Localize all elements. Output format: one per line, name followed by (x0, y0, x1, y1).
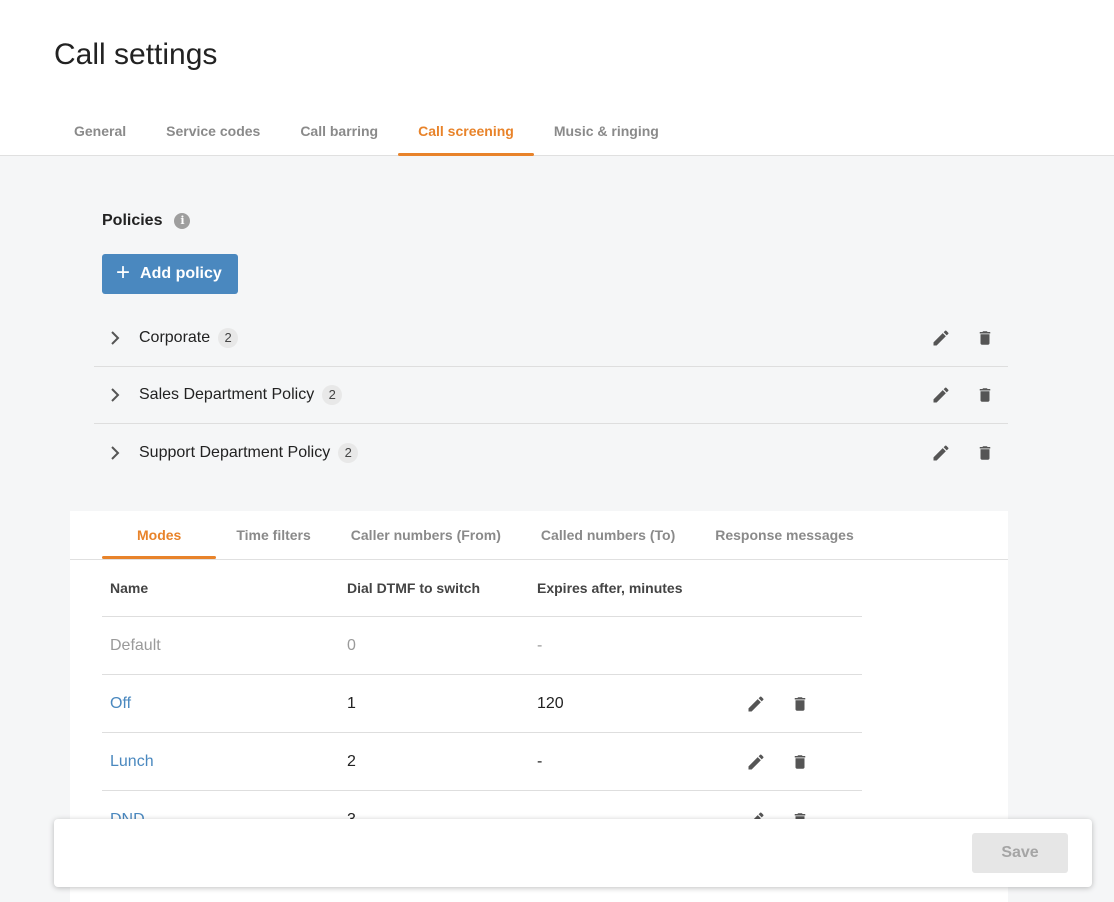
add-policy-button[interactable]: + Add policy (102, 254, 238, 294)
table-header: Name Dial DTMF to switch Expires after, … (102, 560, 862, 617)
chevron-right-icon[interactable] (106, 444, 124, 462)
plus-icon: + (116, 259, 131, 286)
policy-actions (930, 367, 996, 423)
policies-heading: Policies i (102, 212, 191, 230)
table-row: Off 1 120 (102, 675, 862, 733)
delete-icon[interactable] (974, 442, 996, 464)
policies-label: Policies (102, 212, 163, 229)
subtab-caller-numbers[interactable]: Caller numbers (From) (331, 511, 521, 559)
subtab-called-numbers[interactable]: Called numbers (To) (521, 511, 695, 559)
mode-name: Default (110, 636, 161, 654)
page-title: Call settings (54, 38, 218, 71)
settings-tabs: General Service codes Call barring Call … (54, 106, 679, 156)
edit-icon[interactable] (745, 693, 767, 715)
tab-service-codes[interactable]: Service codes (146, 106, 280, 156)
modes-table: Name Dial DTMF to switch Expires after, … (102, 560, 862, 849)
count-badge: 2 (322, 385, 343, 405)
edit-icon[interactable] (930, 442, 952, 464)
policy-name: Support Department Policy (139, 443, 331, 461)
policy-name: Corporate (139, 329, 211, 346)
tab-call-barring[interactable]: Call barring (280, 106, 398, 156)
save-footer: Save (54, 819, 1092, 887)
mode-expires: 120 (537, 694, 564, 712)
column-header-expires: Expires after, minutes (537, 580, 683, 596)
count-badge: 2 (218, 328, 239, 348)
mode-dtmf: 1 (347, 694, 356, 712)
delete-icon[interactable] (974, 384, 996, 406)
info-icon[interactable]: i (174, 213, 191, 229)
policy-name: Sales Department Policy (139, 386, 315, 403)
delete-icon[interactable] (789, 751, 811, 773)
mode-expires: - (537, 636, 543, 654)
table-row: Default 0 - (102, 617, 862, 675)
subtab-modes[interactable]: Modes (102, 511, 217, 559)
count-badge: 2 (338, 442, 359, 463)
edit-icon[interactable] (930, 327, 952, 349)
mode-name-link[interactable]: Off (102, 695, 347, 713)
tab-general[interactable]: General (54, 106, 146, 156)
mode-dtmf: 2 (347, 752, 356, 770)
delete-icon[interactable] (974, 327, 996, 349)
mode-name-link[interactable]: Lunch (102, 753, 347, 771)
tab-music-ringing[interactable]: Music & ringing (534, 106, 679, 156)
policy-row[interactable]: Sales Department Policy 2 (94, 367, 1008, 424)
chevron-right-icon[interactable] (106, 386, 124, 404)
policy-row[interactable]: Support Department Policy 2 (94, 424, 1008, 481)
save-button[interactable]: Save (972, 833, 1068, 873)
subtab-time-filters[interactable]: Time filters (216, 511, 330, 559)
tab-call-screening[interactable]: Call screening (398, 106, 534, 156)
row-actions (727, 751, 862, 773)
row-actions (727, 693, 862, 715)
table-row: Lunch 2 - (102, 733, 862, 791)
page-header: Call settings General Service codes Call… (0, 0, 1114, 156)
column-header-dtmf: Dial DTMF to switch (347, 580, 480, 596)
mode-expires: - (537, 752, 543, 770)
policy-actions (930, 310, 996, 366)
column-header-name: Name (110, 580, 149, 596)
delete-icon[interactable] (789, 693, 811, 715)
subtab-response-messages[interactable]: Response messages (695, 511, 874, 559)
policy-row[interactable]: Corporate 2 (94, 310, 1008, 367)
policy-list: Corporate 2 Sales Department Policy 2 Su… (94, 310, 1008, 481)
add-policy-label: Add policy (140, 265, 222, 282)
policy-subtabs: Modes Time filters Caller numbers (From)… (102, 511, 874, 559)
chevron-right-icon[interactable] (106, 329, 124, 347)
edit-icon[interactable] (930, 384, 952, 406)
policy-actions (930, 424, 996, 481)
mode-dtmf: 0 (347, 636, 356, 654)
edit-icon[interactable] (745, 751, 767, 773)
